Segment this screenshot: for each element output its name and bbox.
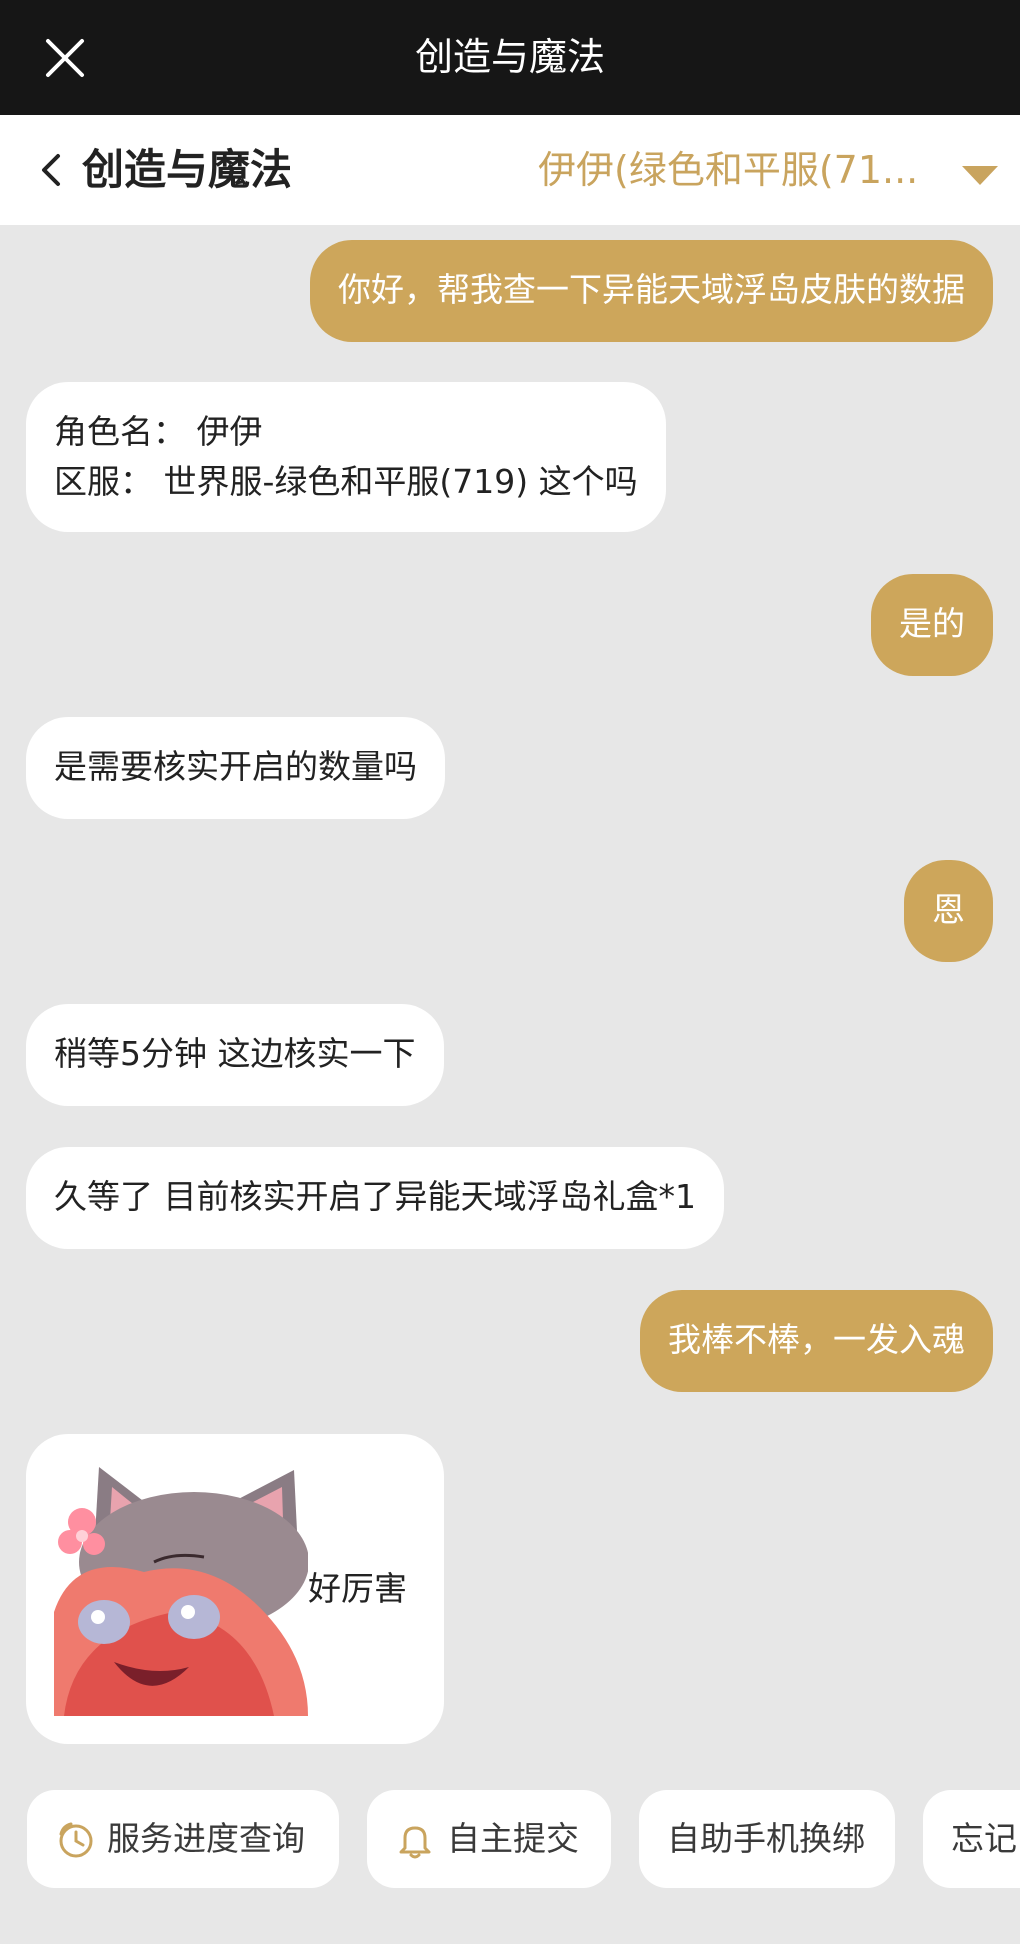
- quick-action-service-progress[interactable]: 服务进度查询: [27, 1790, 339, 1888]
- chip-label: 自助手机换绑: [667, 1819, 865, 1858]
- chip-label: 忘记: [951, 1819, 1017, 1858]
- message-text: 稍等5分钟 这边核实一下: [54, 1034, 416, 1073]
- message-bubble-sent: 我棒不棒，一发入魂: [640, 1290, 993, 1392]
- dropdown-triangle-icon[interactable]: [960, 163, 1000, 187]
- message-text: 是需要核实开启的数量吗: [54, 747, 417, 786]
- quick-action-phone-rebind[interactable]: 自助手机换绑: [639, 1790, 895, 1888]
- server-selector[interactable]: 伊伊(绿色和平服(71...: [520, 115, 1020, 225]
- message-bubble-sent: 你好，帮我查一下异能天域浮岛皮肤的数据: [310, 240, 993, 342]
- title-bar: 创造与魔法: [0, 0, 1020, 115]
- message-line: 角色名： 伊伊: [54, 412, 263, 451]
- chat-header: 创造与魔法 伊伊(绿色和平服(71...: [0, 115, 1020, 225]
- message-bubble-received: 稍等5分钟 这边核实一下: [26, 1004, 444, 1106]
- page-title: 创造与魔法: [82, 145, 293, 194]
- bell-icon: [399, 1826, 431, 1859]
- window-title: 创造与魔法: [414, 35, 605, 79]
- quick-action-self-submit[interactable]: 自主提交: [367, 1790, 611, 1888]
- message-text: 是的: [899, 604, 965, 643]
- message-bubble-sent: 是的: [871, 574, 993, 676]
- server-selector-label: 伊伊(绿色和平服(71...: [538, 148, 919, 192]
- message-bubble-received: 是需要核实开启的数量吗: [26, 717, 445, 819]
- chip-label: 服务进度查询: [107, 1819, 305, 1858]
- message-text: 你好，帮我查一下异能天域浮岛皮肤的数据: [338, 270, 965, 309]
- chip-label: 自主提交: [447, 1819, 579, 1858]
- message-bubble-received: 好厉害: [26, 1434, 444, 1744]
- quick-action-forgot[interactable]: 忘记: [923, 1790, 1020, 1888]
- quick-actions-bar: 服务进度查询 自主提交 自助手机换绑 忘记: [0, 1790, 1020, 1890]
- message-text: 我棒不棒，一发入魂: [668, 1320, 965, 1359]
- back-arrow-icon[interactable]: [36, 150, 66, 190]
- message-bubble-sent: 恩: [904, 860, 993, 962]
- message-text: 好厉害: [308, 1569, 407, 1608]
- message-text: 久等了 目前核实开启了异能天域浮岛礼盒*1: [54, 1177, 696, 1216]
- message-text: 恩: [932, 890, 965, 929]
- message-line: 区服： 世界服-绿色和平服(719) 这个吗: [54, 462, 638, 501]
- clock-icon: [59, 1822, 93, 1858]
- chat-messages: 你好，帮我查一下异能天域浮岛皮肤的数据 角色名： 伊伊 区服： 世界服-绿色和平…: [0, 225, 1020, 1765]
- message-bubble-received: 角色名： 伊伊 区服： 世界服-绿色和平服(719) 这个吗: [26, 382, 666, 532]
- message-bubble-received: 久等了 目前核实开启了异能天域浮岛礼盒*1: [26, 1147, 724, 1249]
- cat-girl-sticker[interactable]: [54, 1462, 308, 1716]
